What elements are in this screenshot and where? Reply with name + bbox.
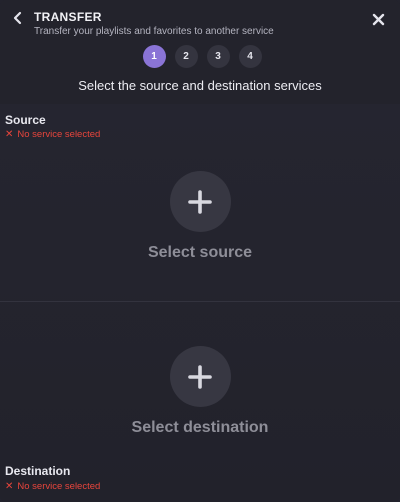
select-destination-button[interactable]: Select destination <box>0 346 400 437</box>
select-source-button[interactable]: Select source <box>0 171 400 262</box>
step-1[interactable]: 1 <box>142 45 166 68</box>
add-source-circle[interactable] <box>169 171 231 232</box>
dialog-header: TRANSFER Transfer your playlists and fav… <box>0 0 400 104</box>
step-3[interactable]: 3 <box>206 45 230 68</box>
back-button[interactable] <box>9 9 27 27</box>
x-mark-icon: ✕ <box>5 481 14 492</box>
select-source-label: Select source <box>147 244 253 261</box>
source-label: Source <box>5 113 46 127</box>
add-destination-circle[interactable] <box>169 346 231 407</box>
transfer-dialog: TRANSFER Transfer your playlists and fav… <box>0 0 400 502</box>
source-status: ✕ No service selected <box>5 129 100 140</box>
close-button[interactable] <box>370 11 386 27</box>
close-icon <box>372 13 384 25</box>
destination-error-text: No service selected <box>17 481 101 492</box>
dialog-title: TRANSFER <box>34 10 102 24</box>
step-indicator: 1 2 3 4 <box>0 45 400 68</box>
plus-icon <box>188 364 212 389</box>
destination-label: Destination <box>5 464 71 478</box>
x-mark-icon: ✕ <box>5 129 14 140</box>
step-2[interactable]: 2 <box>174 45 198 68</box>
destination-status: ✕ No service selected <box>5 481 100 492</box>
step-prompt: Select the source and destination servic… <box>78 78 322 93</box>
section-divider <box>0 301 400 302</box>
plus-icon <box>188 189 212 214</box>
chevron-left-icon <box>13 11 22 25</box>
step-4[interactable]: 4 <box>238 45 262 68</box>
dialog-subtitle: Transfer your playlists and favorites to… <box>34 26 274 37</box>
select-destination-label: Select destination <box>131 419 269 436</box>
source-error-text: No service selected <box>17 129 101 140</box>
